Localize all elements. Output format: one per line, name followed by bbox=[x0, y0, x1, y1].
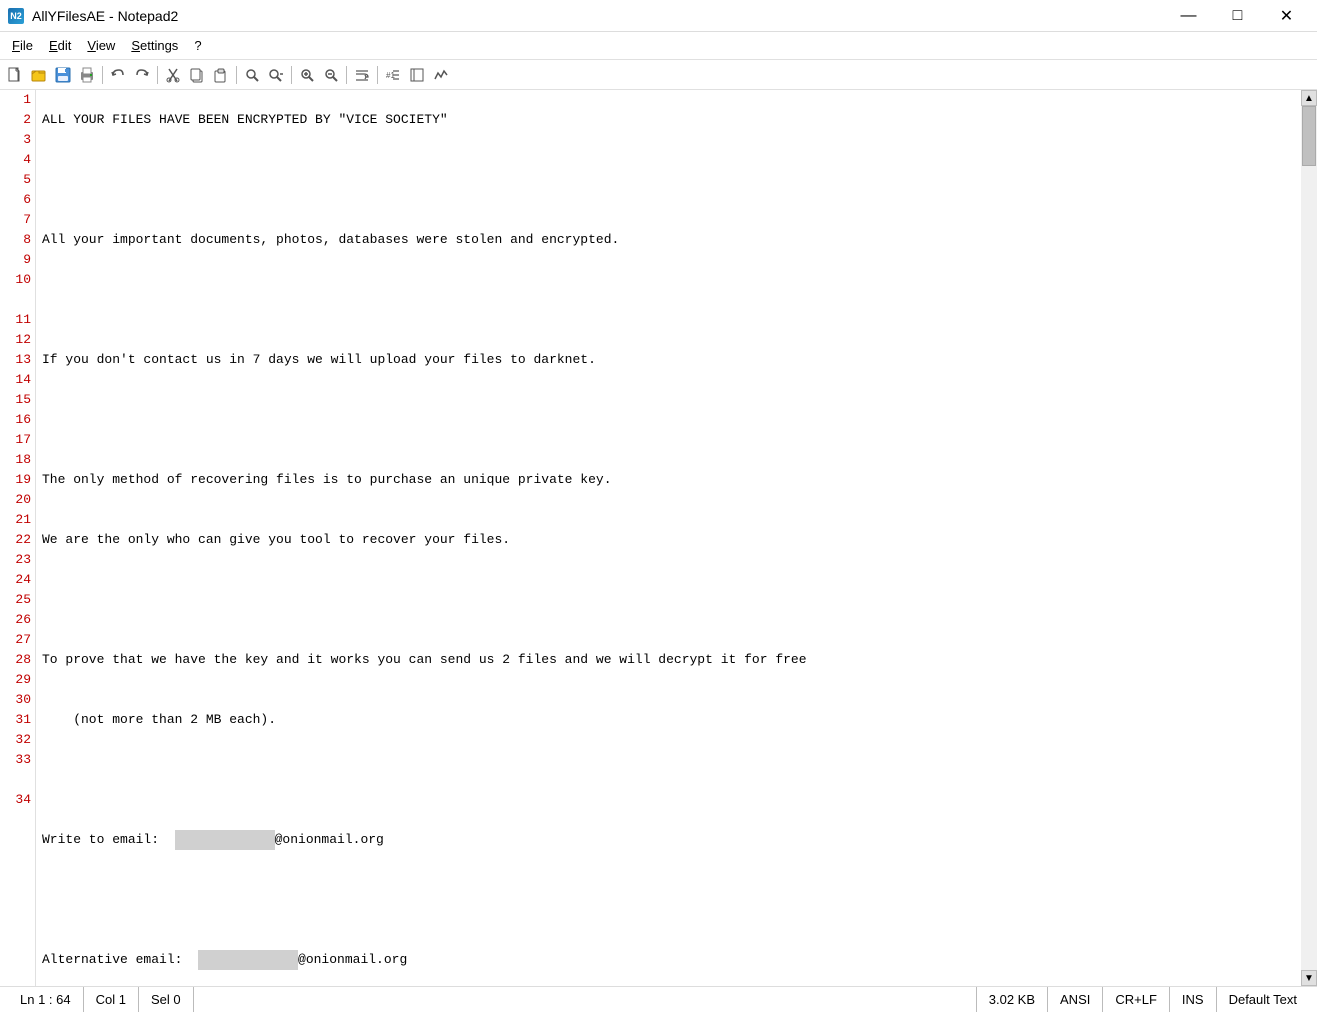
toolbar-paste-button[interactable] bbox=[210, 64, 232, 86]
toolbar-btn3[interactable] bbox=[430, 64, 452, 86]
close-button[interactable]: ✕ bbox=[1264, 0, 1309, 32]
scroll-thumb[interactable] bbox=[1302, 106, 1316, 166]
line-7: The only method of recovering files is t… bbox=[42, 470, 1295, 490]
toolbar-save-button[interactable] bbox=[52, 64, 74, 86]
line-13: ​ bbox=[42, 890, 1295, 910]
status-sel: Sel 0 bbox=[139, 987, 194, 1012]
menu-view[interactable]: View bbox=[79, 34, 123, 57]
toolbar-copy-button[interactable] bbox=[186, 64, 208, 86]
status-scheme: Default Text bbox=[1217, 987, 1309, 1012]
line-12: Write to email: __________@onionmail.org bbox=[42, 830, 1295, 850]
minimize-button[interactable]: — bbox=[1166, 0, 1211, 32]
toolbar-zoom-out-button[interactable] bbox=[320, 64, 342, 86]
line-10: To prove that we have the key and it wor… bbox=[42, 650, 1295, 670]
editor-content[interactable]: ALL YOUR FILES HAVE BEEN ENCRYPTED BY "V… bbox=[36, 90, 1301, 986]
line-9: ​ bbox=[42, 590, 1295, 610]
toolbar-new-button[interactable] bbox=[4, 64, 26, 86]
app-icon: N2 bbox=[8, 8, 24, 24]
toolbar-print-button[interactable] bbox=[76, 64, 98, 86]
scroll-track[interactable] bbox=[1301, 106, 1317, 970]
menu-file[interactable]: File bbox=[4, 34, 41, 57]
editor-wrapper: 1 2 3 4 5 6 7 8 9 10 11 12 13 14 15 16 1… bbox=[0, 90, 1317, 986]
scroll-down-arrow[interactable]: ▼ bbox=[1301, 970, 1317, 986]
window-title: AllYFilesAE - Notepad2 bbox=[32, 8, 178, 24]
line-14: Alternative email: ____________@onionmai… bbox=[42, 950, 1295, 970]
status-spacer bbox=[194, 987, 977, 1012]
toolbar-btn2[interactable] bbox=[406, 64, 428, 86]
line-2: ​ bbox=[42, 170, 1295, 190]
menubar: File Edit View Settings ? bbox=[0, 32, 1317, 60]
status-position: Ln 1 : 64 bbox=[8, 987, 84, 1012]
line-10-cont: (not more than 2 MB each). bbox=[42, 710, 1295, 730]
toolbar-sep-1 bbox=[102, 66, 103, 84]
status-col: Col 1 bbox=[84, 987, 139, 1012]
toolbar-find2-button[interactable] bbox=[265, 64, 287, 86]
status-eol: CR+LF bbox=[1103, 987, 1170, 1012]
status-mode: INS bbox=[1170, 987, 1217, 1012]
email-1-redacted: __________ bbox=[175, 830, 275, 850]
menu-help[interactable]: ? bbox=[186, 34, 209, 57]
line-numbers: 1 2 3 4 5 6 7 8 9 10 11 12 13 14 15 16 1… bbox=[0, 90, 36, 986]
menu-settings[interactable]: Settings bbox=[123, 34, 186, 57]
line-6: ​ bbox=[42, 410, 1295, 430]
toolbar-open-button[interactable] bbox=[28, 64, 50, 86]
toolbar-find-button[interactable] bbox=[241, 64, 263, 86]
line-5: If you don't contact us in 7 days we wil… bbox=[42, 350, 1295, 370]
line-3: All your important documents, photos, da… bbox=[42, 230, 1295, 250]
toolbar-redo-button[interactable] bbox=[131, 64, 153, 86]
line-8: We are the only who can give you tool to… bbox=[42, 530, 1295, 550]
line-11: ​ bbox=[42, 770, 1295, 790]
toolbar-btn1[interactable]: #1 bbox=[382, 64, 404, 86]
toolbar-sep-3 bbox=[236, 66, 237, 84]
statusbar: Ln 1 : 64 Col 1 Sel 0 3.02 KB ANSI CR+LF… bbox=[0, 986, 1317, 1012]
status-size: 3.02 KB bbox=[977, 987, 1048, 1012]
titlebar: N2 AllYFilesAE - Notepad2 — □ ✕ bbox=[0, 0, 1317, 32]
toolbar-sep-6 bbox=[377, 66, 378, 84]
status-encoding: ANSI bbox=[1048, 987, 1103, 1012]
menu-edit[interactable]: Edit bbox=[41, 34, 79, 57]
toolbar-sep-5 bbox=[346, 66, 347, 84]
titlebar-left: N2 AllYFilesAE - Notepad2 bbox=[8, 8, 178, 24]
toolbar: #1 bbox=[0, 60, 1317, 90]
email-2-redacted: ____________ bbox=[198, 950, 298, 970]
maximize-button[interactable]: □ bbox=[1215, 0, 1260, 32]
scrollbar-right[interactable]: ▲ ▼ bbox=[1301, 90, 1317, 986]
toolbar-zoom-in-button[interactable] bbox=[296, 64, 318, 86]
scroll-up-arrow[interactable]: ▲ bbox=[1301, 90, 1317, 106]
titlebar-controls: — □ ✕ bbox=[1166, 0, 1309, 32]
toolbar-cut-button[interactable] bbox=[162, 64, 184, 86]
toolbar-undo-button[interactable] bbox=[107, 64, 129, 86]
toolbar-sep-2 bbox=[157, 66, 158, 84]
toolbar-sep-4 bbox=[291, 66, 292, 84]
line-4: ​ bbox=[42, 290, 1295, 310]
line-1: ALL YOUR FILES HAVE BEEN ENCRYPTED BY "V… bbox=[42, 110, 1295, 130]
toolbar-wordwrap-button[interactable] bbox=[351, 64, 373, 86]
